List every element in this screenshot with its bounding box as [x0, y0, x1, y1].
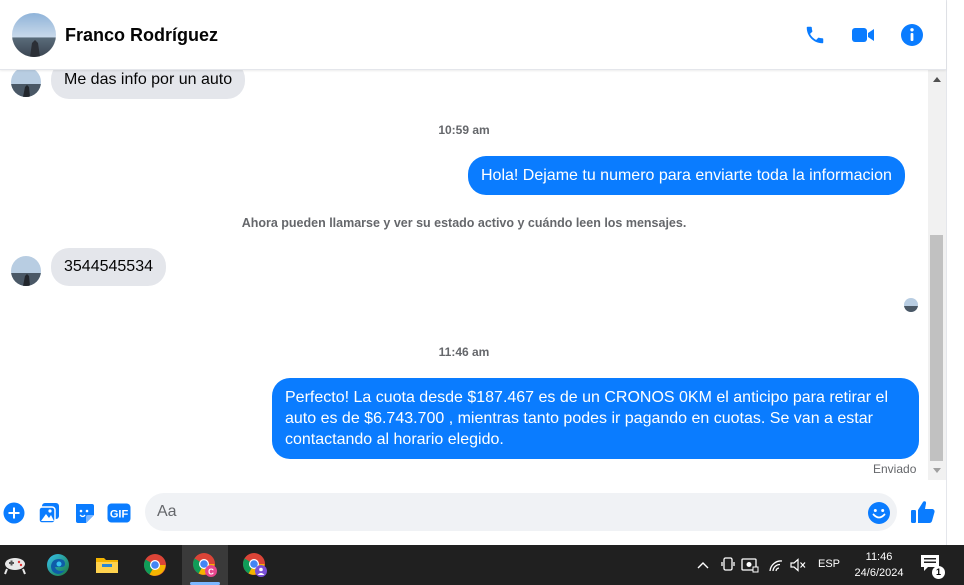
- gif-icon[interactable]: GIF: [107, 501, 131, 525]
- svg-text:C: C: [208, 568, 214, 577]
- contact-name[interactable]: Franco Rodríguez: [65, 25, 218, 46]
- message-timestamp: 10:59 am: [438, 123, 490, 137]
- edge-icon[interactable]: [35, 545, 81, 585]
- clock[interactable]: 11:46 24/6/2024: [848, 549, 910, 581]
- emoji-icon[interactable]: [867, 501, 891, 525]
- delivery-status: Enviado: [873, 462, 917, 476]
- scroll-thumb[interactable]: [930, 235, 943, 461]
- gamepad-icon[interactable]: [0, 545, 30, 585]
- sticker-icon[interactable]: [72, 501, 96, 525]
- chrome-profile2-icon[interactable]: [232, 545, 278, 585]
- incoming-message[interactable]: Me das info por un auto: [51, 70, 246, 99]
- windows-taskbar: C ESP 11:46 24/6/2024 1: [0, 545, 964, 585]
- system-notice: Ahora pueden llamarse y ver su estado ac…: [241, 216, 687, 230]
- like-icon[interactable]: [910, 499, 936, 525]
- chrome-icon[interactable]: [132, 545, 178, 585]
- chat-scrollbar[interactable]: [928, 70, 946, 480]
- gif-label: GIF: [110, 509, 129, 521]
- message-thread: Me das info por un auto 10:59 am Hola! D…: [0, 70, 928, 480]
- contact-avatar[interactable]: [12, 13, 56, 57]
- clock-date: 24/6/2024: [854, 567, 904, 579]
- chat-header: Franco Rodríguez: [0, 0, 946, 70]
- message-timestamp: 11:46 am: [438, 345, 490, 359]
- chrome-profile-icon[interactable]: C: [182, 545, 228, 585]
- clock-time: 11:46: [865, 551, 893, 563]
- seen-indicator-avatar: [904, 298, 918, 312]
- contact-message-avatar[interactable]: [11, 70, 41, 97]
- notification-badge: 1: [932, 566, 945, 579]
- wifi-icon[interactable]: [767, 556, 785, 574]
- image-icon[interactable]: [37, 501, 61, 525]
- window-edge: [946, 0, 964, 545]
- screen-record-icon[interactable]: [741, 556, 759, 574]
- plus-icon[interactable]: [2, 501, 26, 525]
- contact-message-avatar[interactable]: [11, 256, 41, 286]
- language-indicator[interactable]: ESP: [818, 558, 840, 570]
- outgoing-message[interactable]: Perfecto! La cuota desde $187.467 es de …: [272, 378, 919, 459]
- phone-icon[interactable]: [802, 22, 828, 48]
- scroll-up-icon[interactable]: [928, 72, 946, 86]
- file-explorer-icon[interactable]: [84, 545, 130, 585]
- info-icon[interactable]: [899, 22, 925, 48]
- notification-icon[interactable]: 1: [920, 554, 946, 579]
- incoming-message[interactable]: 3544545534: [51, 248, 166, 286]
- outgoing-message[interactable]: Hola! Dejame tu numero para enviarte tod…: [468, 156, 905, 195]
- scroll-down-icon[interactable]: [928, 464, 946, 478]
- volume-muted-icon[interactable]: [789, 556, 807, 574]
- chevron-up-icon[interactable]: [694, 556, 712, 574]
- message-composer: GIF: [0, 480, 946, 545]
- video-icon[interactable]: [850, 22, 876, 48]
- device-icon[interactable]: [719, 556, 737, 574]
- message-input[interactable]: [145, 493, 897, 531]
